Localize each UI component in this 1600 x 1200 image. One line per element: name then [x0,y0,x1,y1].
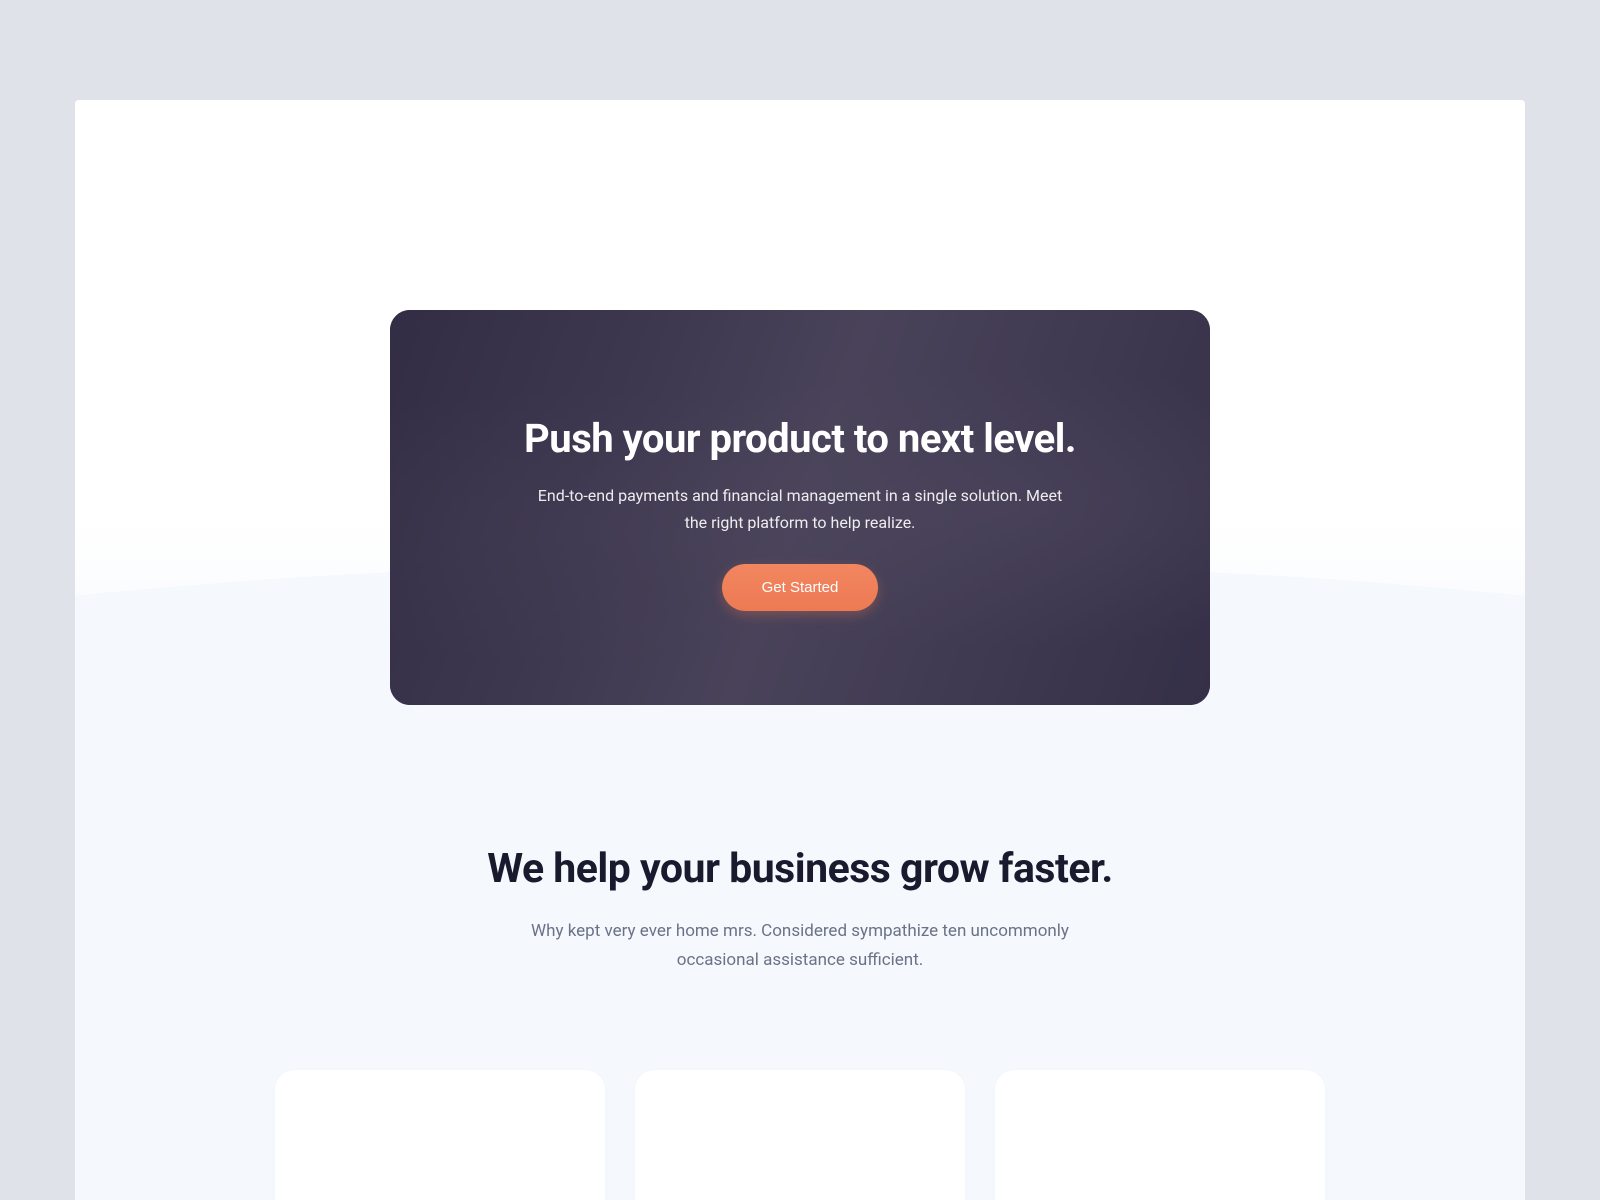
hero-title: Push your product to next level. [524,415,1076,462]
feature-card [635,1070,965,1200]
get-started-button[interactable]: Get Started [722,564,879,611]
feature-cards-row [75,1070,1525,1200]
feature-card [275,1070,605,1200]
hero-card: Push your product to next level. End-to-… [390,310,1210,705]
hero-content: Push your product to next level. End-to-… [524,415,1076,611]
grow-section: We help your business grow faster. Why k… [75,845,1525,1200]
section-title: We help your business grow faster. [75,845,1525,893]
section-subtitle: Why kept very ever home mrs. Considered … [530,917,1070,975]
hero-subtitle: End-to-end payments and financial manage… [530,482,1070,536]
feature-card [995,1070,1325,1200]
page-container: Push your product to next level. End-to-… [75,100,1525,1200]
main-content: Push your product to next level. End-to-… [75,100,1525,1200]
